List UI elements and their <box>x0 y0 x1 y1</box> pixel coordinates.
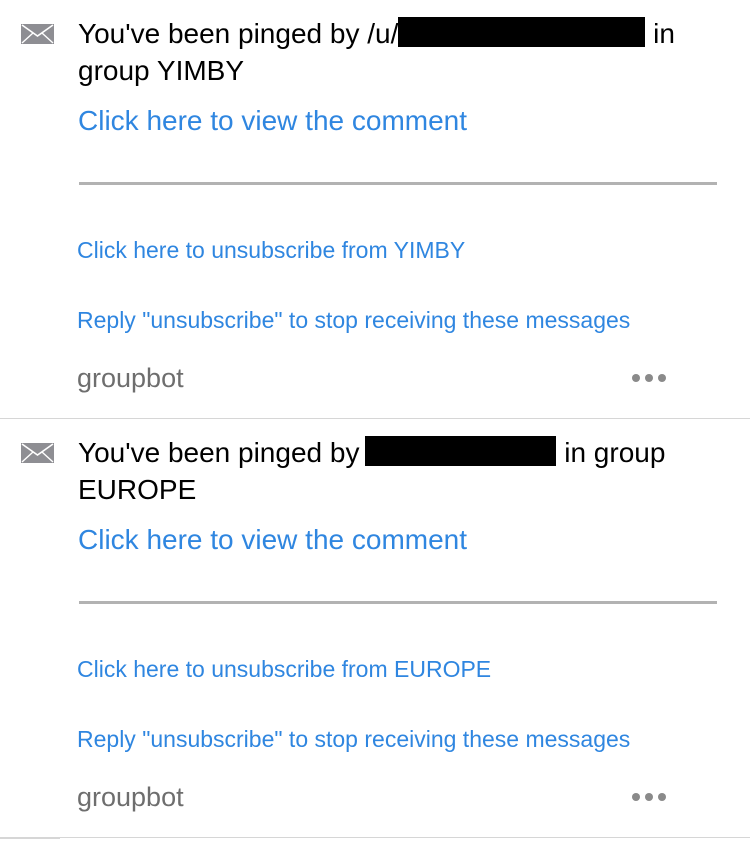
title-suffix: in group <box>564 437 666 468</box>
message-feed: You've been pinged by /u/ in group YIMBY … <box>0 0 750 842</box>
view-comment-link[interactable]: Click here to view the comment <box>78 521 467 559</box>
redacted-username <box>365 436 557 466</box>
divider <box>79 182 717 185</box>
message-item: You've been pinged by in group EUROPE Cli… <box>0 419 750 838</box>
author-name[interactable]: groupbot <box>77 361 184 395</box>
message-title: You've been pinged by in group EUROPE <box>78 434 718 508</box>
title-suffix: in <box>653 18 675 49</box>
unsubscribe-link[interactable]: Click here to unsubscribe from EUROPE <box>77 655 491 683</box>
title-group: EUROPE <box>78 474 197 505</box>
title-prefix: You've been pinged by <box>78 437 360 468</box>
reply-instructions: Reply "unsubscribe" to stop receiving th… <box>77 726 631 752</box>
envelope-icon <box>21 24 54 44</box>
view-comment-link[interactable]: Click here to view the comment <box>78 102 467 140</box>
message-item: You've been pinged by /u/ in group YIMBY … <box>0 0 750 419</box>
title-prefix: You've been pinged by /u/ <box>78 18 399 49</box>
more-options-icon[interactable] <box>626 787 672 807</box>
divider <box>0 838 60 839</box>
author-name[interactable]: groupbot <box>77 780 184 814</box>
more-options-icon[interactable] <box>626 368 672 388</box>
unsubscribe-link[interactable]: Click here to unsubscribe from YIMBY <box>77 236 465 264</box>
redacted-username <box>398 17 646 47</box>
message-title: You've been pinged by /u/ in group YIMBY <box>78 15 718 89</box>
divider <box>79 601 717 604</box>
envelope-icon <box>21 443 54 463</box>
reply-instructions: Reply "unsubscribe" to stop receiving th… <box>77 307 631 333</box>
title-group: group YIMBY <box>78 55 245 86</box>
